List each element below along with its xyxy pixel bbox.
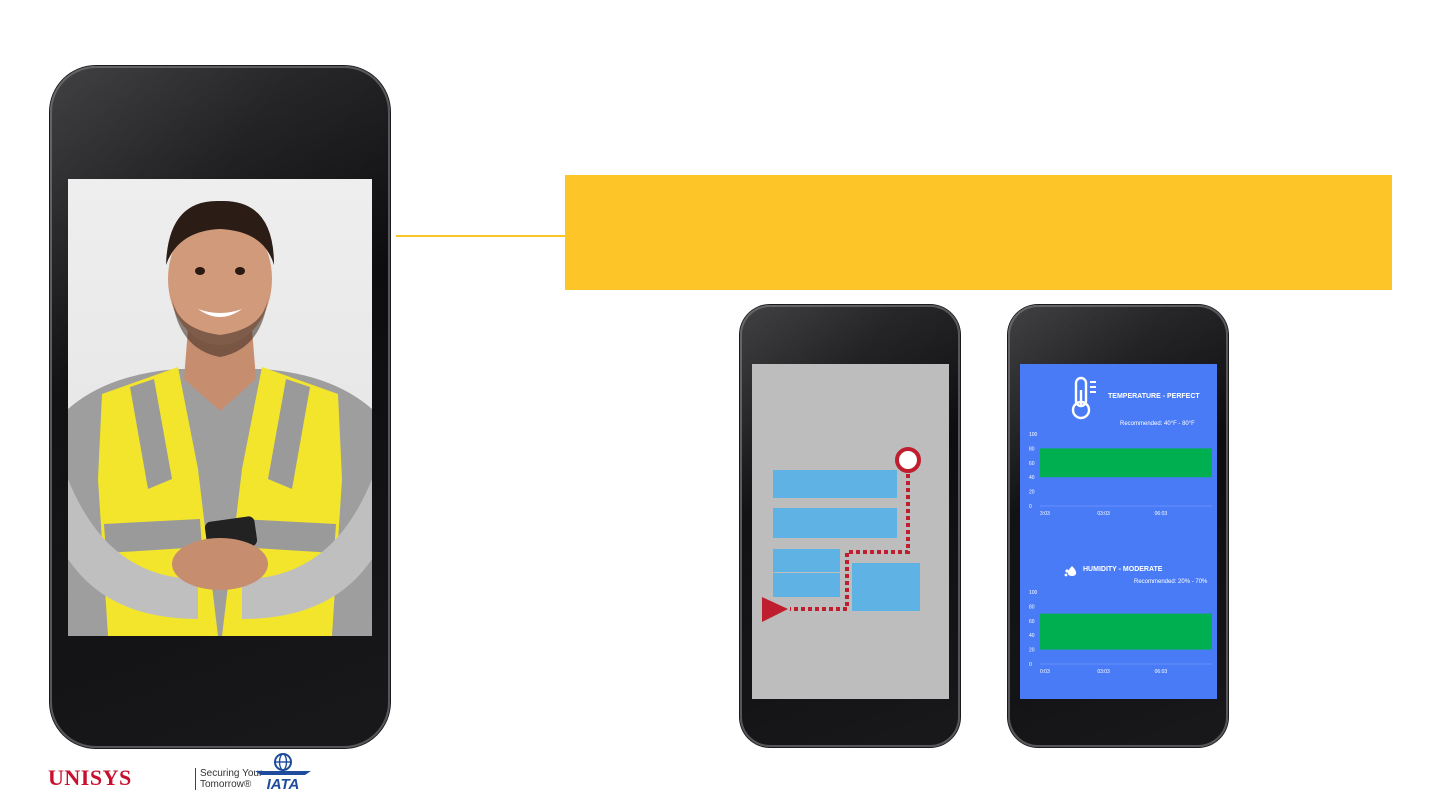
humidity-range-band xyxy=(1040,613,1212,650)
temperature-title: TEMPERATURE - PERFECT xyxy=(1108,393,1200,400)
humidity-y-tick: 100 xyxy=(1029,590,1038,596)
humidity-x-tick: 03:03 xyxy=(1097,669,1110,675)
yellow-banner xyxy=(565,175,1392,290)
iata-logo: IATA xyxy=(255,753,311,792)
start-arrow xyxy=(762,597,788,622)
tagline-line-2: Tomorrow® xyxy=(200,779,252,790)
humidity-chart: 100 80 60 40 20 0 0:03 03:03 06:03 xyxy=(1029,590,1212,675)
temperature-y-tick: 80 xyxy=(1029,446,1035,452)
temperature-y-tick: 0 xyxy=(1029,504,1032,510)
thermometer-icon xyxy=(1071,376,1096,420)
large-phone xyxy=(50,66,390,748)
destination-marker xyxy=(895,447,921,473)
temperature-recommended: Recommended: 40°F - 80°F xyxy=(1120,421,1195,427)
temperature-y-tick: 100 xyxy=(1029,432,1038,438)
humidity-y-tick: 0 xyxy=(1029,662,1032,668)
humidity-y-tick: 20 xyxy=(1029,648,1035,654)
iata-wordmark: IATA xyxy=(267,776,300,792)
map-phone xyxy=(740,305,960,747)
humidity-recommended: Recommended: 20% - 70% xyxy=(1134,579,1208,585)
route-path xyxy=(790,474,910,611)
temperature-chart: 1008060402003:03 03:03 06:03 xyxy=(1029,432,1212,517)
humidity-icon xyxy=(1064,566,1077,577)
temperature-y-tick: 40 xyxy=(1029,475,1035,481)
humidity-x-tick: 0:03 xyxy=(1040,669,1050,675)
worker-illustration xyxy=(68,200,372,636)
logo-divider xyxy=(195,768,196,790)
humidity-y-tick: 80 xyxy=(1029,604,1035,610)
temperature-x-tick: 3:03 xyxy=(1040,511,1050,517)
humidity-y-tick: 40 xyxy=(1029,633,1035,639)
temperature-x-tick: 06:03 xyxy=(1155,511,1168,517)
humidity-title: HUMIDITY - MODERATE xyxy=(1083,566,1163,573)
humidity-y-tick: 60 xyxy=(1029,619,1035,625)
dashboard-screen: TEMPERATURE - PERFECT Recommended: 40°F … xyxy=(1020,364,1217,699)
route-overlay xyxy=(762,447,921,622)
temperature-range-band xyxy=(1040,448,1212,478)
temperature-x-tick: 03:03 xyxy=(1097,511,1110,517)
temperature-y-tick: 60 xyxy=(1029,461,1035,467)
dashboard-phone: TEMPERATURE - PERFECT Recommended: 40°F … xyxy=(1008,305,1228,747)
humidity-x-tick: 06:03 xyxy=(1155,669,1168,675)
temperature-y-tick: 20 xyxy=(1029,490,1035,496)
connector-line xyxy=(396,235,566,237)
worker-photo xyxy=(68,179,372,636)
unisys-logo: UNISYS xyxy=(48,765,132,790)
map-screen xyxy=(752,364,949,699)
